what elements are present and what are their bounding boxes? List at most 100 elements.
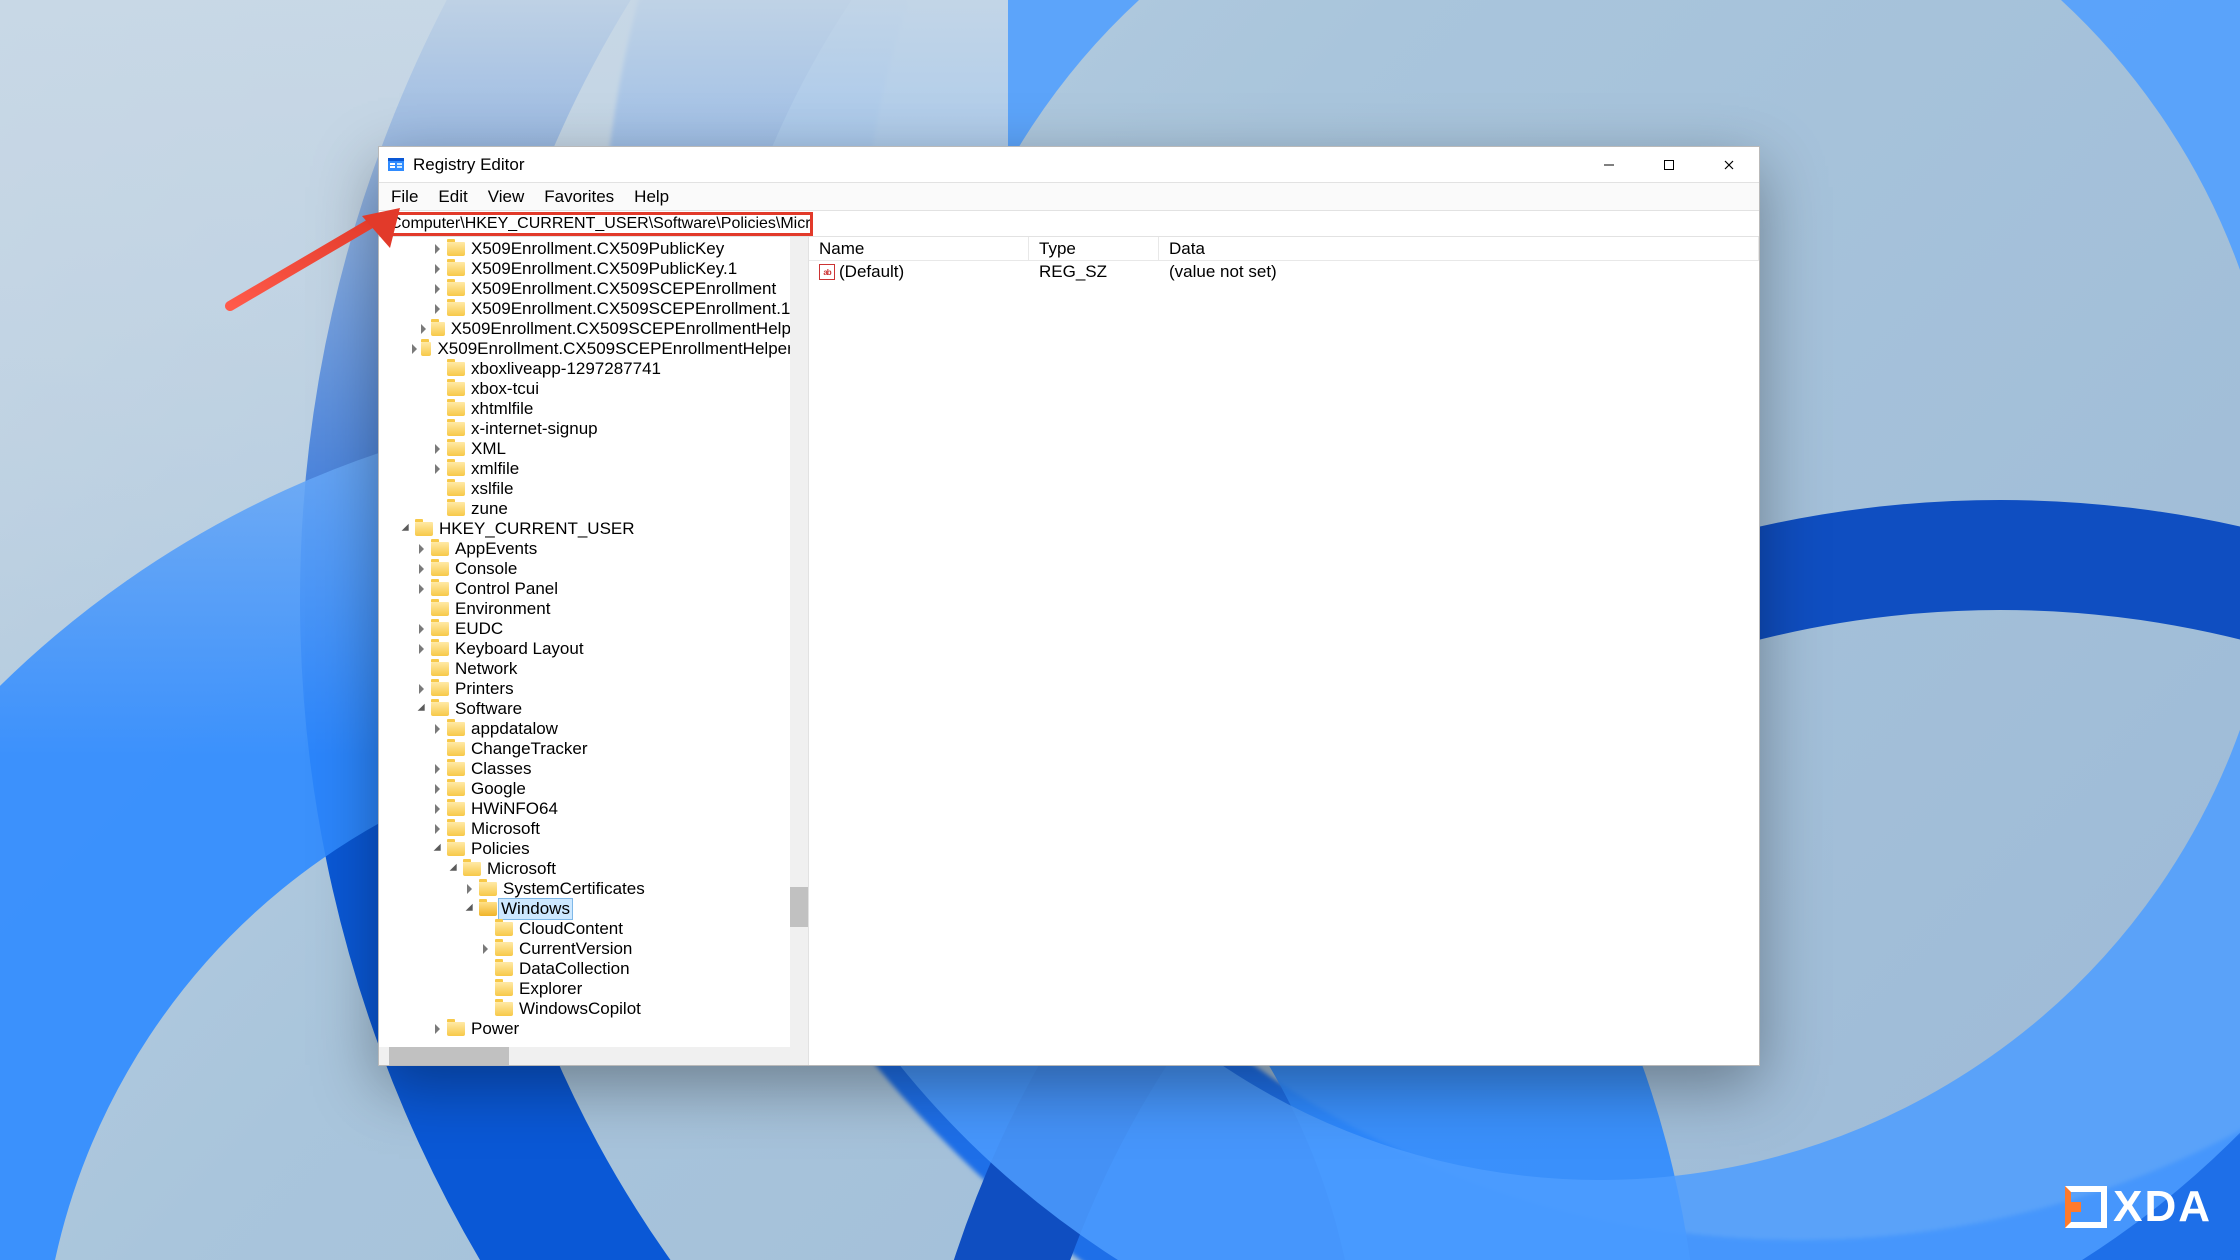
- folder-icon: [495, 942, 513, 956]
- chevron-right-icon[interactable]: [461, 881, 477, 897]
- tree-item[interactable]: X509Enrollment.CX509SCEPEnrollment.1: [381, 299, 808, 319]
- chevron-right-icon[interactable]: [429, 281, 445, 297]
- tree-item[interactable]: xmlfile: [381, 459, 808, 479]
- tree-item[interactable]: Software: [381, 699, 808, 719]
- menu-help[interactable]: Help: [624, 184, 679, 210]
- tree-item[interactable]: Microsoft: [381, 819, 808, 839]
- tree-item[interactable]: Keyboard Layout: [381, 639, 808, 659]
- chevron-down-icon[interactable]: [429, 841, 445, 857]
- column-header-name[interactable]: Name: [809, 237, 1029, 260]
- chevron-right-icon[interactable]: [429, 781, 445, 797]
- values-list[interactable]: (Default)REG_SZ(value not set): [809, 261, 1759, 1065]
- menu-view[interactable]: View: [478, 184, 535, 210]
- tree-item[interactable]: X509Enrollment.CX509SCEPEnrollmentHelper…: [381, 339, 808, 359]
- chevron-right-icon[interactable]: [413, 541, 429, 557]
- folder-icon: [431, 322, 445, 336]
- tree-item[interactable]: Google: [381, 779, 808, 799]
- tree-item-label: Software: [453, 699, 524, 719]
- tree-item[interactable]: DataCollection: [381, 959, 808, 979]
- close-button[interactable]: [1699, 147, 1759, 183]
- tree-item[interactable]: Classes: [381, 759, 808, 779]
- tree-item-label: X509Enrollment.CX509SCEPEnrollmentHelper…: [435, 339, 808, 359]
- tree-item[interactable]: X509Enrollment.CX509PublicKey.1: [381, 259, 808, 279]
- folder-icon: [447, 442, 465, 456]
- tree-item[interactable]: Printers: [381, 679, 808, 699]
- tree-item[interactable]: EUDC: [381, 619, 808, 639]
- chevron-right-icon[interactable]: [413, 581, 429, 597]
- folder-icon: [431, 622, 449, 636]
- chevron-right-icon[interactable]: [429, 761, 445, 777]
- chevron-right-icon[interactable]: [429, 261, 445, 277]
- tree-item[interactable]: ChangeTracker: [381, 739, 808, 759]
- tree-item[interactable]: xslfile: [381, 479, 808, 499]
- tree-item[interactable]: X509Enrollment.CX509SCEPEnrollmentHelper: [381, 319, 808, 339]
- tree-item[interactable]: Control Panel: [381, 579, 808, 599]
- chevron-right-icon[interactable]: [413, 621, 429, 637]
- tree-item[interactable]: Policies: [381, 839, 808, 859]
- folder-icon: [447, 482, 465, 496]
- folder-icon: [421, 342, 432, 356]
- tree-item[interactable]: WindowsCopilot: [381, 999, 808, 1019]
- tree-item[interactable]: AppEvents: [381, 539, 808, 559]
- column-header-type[interactable]: Type: [1029, 237, 1159, 260]
- value-row[interactable]: (Default)REG_SZ(value not set): [809, 261, 1759, 283]
- tree-item[interactable]: Network: [381, 659, 808, 679]
- tree-horizontal-scrollbar[interactable]: [379, 1047, 808, 1065]
- tree-item[interactable]: CloudContent: [381, 919, 808, 939]
- tree-item-label: appdatalow: [469, 719, 560, 739]
- titlebar[interactable]: Registry Editor: [379, 147, 1759, 183]
- chevron-right-icon[interactable]: [429, 461, 445, 477]
- chevron-right-icon[interactable]: [429, 1021, 445, 1037]
- chevron-right-icon[interactable]: [429, 801, 445, 817]
- tree-item[interactable]: HWiNFO64: [381, 799, 808, 819]
- tree-item[interactable]: Microsoft: [381, 859, 808, 879]
- tree-horizontal-scroll-thumb[interactable]: [389, 1047, 509, 1065]
- tree-item[interactable]: Console: [381, 559, 808, 579]
- tree-item[interactable]: Explorer: [381, 979, 808, 999]
- tree-item[interactable]: Windows: [381, 899, 808, 919]
- tree-item[interactable]: xhtmlfile: [381, 399, 808, 419]
- tree-item[interactable]: X509Enrollment.CX509SCEPEnrollment: [381, 279, 808, 299]
- chevron-right-icon[interactable]: [429, 241, 445, 257]
- tree-vertical-scroll-thumb[interactable]: [790, 887, 808, 927]
- tree-item[interactable]: zune: [381, 499, 808, 519]
- tree-item[interactable]: X509Enrollment.CX509PublicKey: [381, 239, 808, 259]
- tree-item[interactable]: appdatalow: [381, 719, 808, 739]
- tree-item[interactable]: HKEY_CURRENT_USER: [381, 519, 808, 539]
- chevron-down-icon[interactable]: [413, 701, 429, 717]
- chevron-right-icon[interactable]: [429, 821, 445, 837]
- menu-file[interactable]: File: [381, 184, 428, 210]
- chevron-right-icon[interactable]: [429, 441, 445, 457]
- chevron-right-icon[interactable]: [429, 301, 445, 317]
- chevron-right-icon[interactable]: [477, 941, 493, 957]
- menu-favorites[interactable]: Favorites: [534, 184, 624, 210]
- chevron-down-icon[interactable]: [445, 861, 461, 877]
- chevron-right-icon[interactable]: [413, 641, 429, 657]
- chevron-right-icon[interactable]: [413, 561, 429, 577]
- tree-item-label: x-internet-signup: [469, 419, 600, 439]
- tree-item[interactable]: xboxliveapp-1297287741: [381, 359, 808, 379]
- tree-item-label: xbox-tcui: [469, 379, 541, 399]
- chevron-down-icon[interactable]: [397, 521, 413, 537]
- tree-item-label: Microsoft: [469, 819, 542, 839]
- minimize-button[interactable]: [1579, 147, 1639, 183]
- chevron-down-icon[interactable]: [461, 901, 477, 917]
- tree-item[interactable]: xbox-tcui: [381, 379, 808, 399]
- column-header-data[interactable]: Data: [1159, 237, 1759, 260]
- tree-item[interactable]: XML: [381, 439, 808, 459]
- chevron-right-icon[interactable]: [409, 341, 418, 357]
- tree-vertical-scrollbar[interactable]: [790, 237, 808, 1047]
- values-pane: Name Type Data (Default)REG_SZ(value not…: [809, 237, 1759, 1065]
- maximize-button[interactable]: [1639, 147, 1699, 183]
- tree-item[interactable]: Environment: [381, 599, 808, 619]
- menu-edit[interactable]: Edit: [428, 184, 477, 210]
- chevron-right-icon[interactable]: [429, 721, 445, 737]
- tree-view[interactable]: X509Enrollment.CX509PublicKeyX509Enrollm…: [379, 237, 808, 1047]
- tree-item[interactable]: SystemCertificates: [381, 879, 808, 899]
- address-field[interactable]: Computer\HKEY_CURRENT_USER\Software\Poli…: [383, 212, 813, 236]
- chevron-right-icon[interactable]: [413, 681, 429, 697]
- chevron-right-icon[interactable]: [417, 321, 429, 337]
- tree-item[interactable]: Power: [381, 1019, 808, 1039]
- tree-item[interactable]: CurrentVersion: [381, 939, 808, 959]
- tree-item[interactable]: x-internet-signup: [381, 419, 808, 439]
